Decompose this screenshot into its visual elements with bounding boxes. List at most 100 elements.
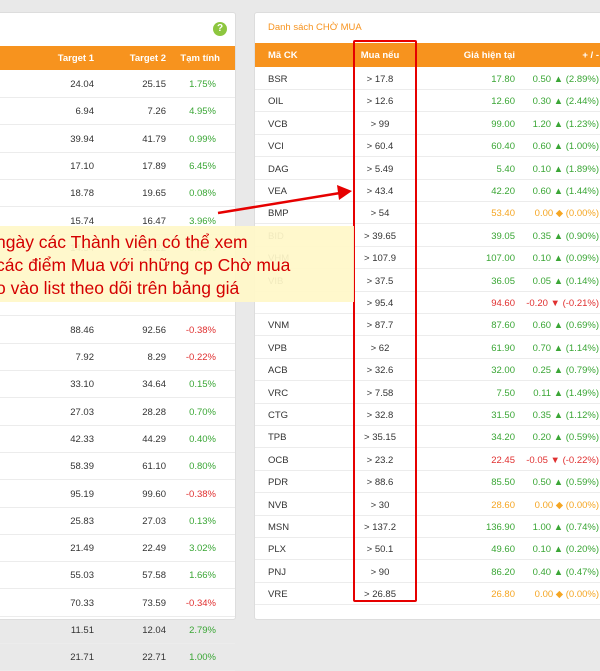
- change-cell: 0.30 ▲ (2.44%): [532, 96, 599, 108]
- target-2-cell: 73.59: [142, 597, 166, 609]
- table-row[interactable]: VCI > 60.4 60.40 0.60 ▲ (1.00%): [255, 134, 600, 158]
- header-tam-tinh: Tạm tính: [180, 53, 220, 64]
- stock-code-cell: DAG: [268, 163, 289, 175]
- buy-if-cell: > 60.4: [366, 141, 394, 153]
- table-row[interactable]: 42.33 44.29 0.40%: [0, 425, 235, 453]
- current-price-cell: 136.90: [485, 522, 515, 533]
- stock-code-cell: OCB: [268, 454, 289, 466]
- table-row[interactable]: 58.39 61.10 0.80%: [0, 452, 235, 481]
- help-icon[interactable]: ?: [213, 22, 227, 36]
- current-price-cell: 32.00: [491, 365, 515, 377]
- table-row[interactable]: CTG > 32.8 31.50 0.35 ▲ (1.12%): [255, 403, 600, 426]
- annotation-line: ngày các Thành viên có thể xem: [0, 232, 248, 252]
- stock-code-cell: OIL: [268, 96, 284, 108]
- table-row[interactable]: 21.49 22.49 3.02%: [0, 534, 235, 563]
- table-row[interactable]: 25.83 27.03 0.13%: [0, 507, 235, 535]
- change-cell: 0.60 ▲ (1.00%): [532, 141, 599, 153]
- table-row[interactable]: 33.10 34.64 0.15%: [0, 370, 235, 399]
- target-1-cell: 18.78: [70, 188, 94, 200]
- stock-code-cell: MSN: [268, 522, 290, 533]
- table-row[interactable]: NVB > 30 28.60 0.00 ◆ (0.00%): [255, 493, 600, 516]
- table-row[interactable]: 88.46 92.56 -0.38%: [0, 316, 235, 344]
- table-row[interactable]: 55.03 57.58 1.66%: [0, 561, 235, 590]
- table-row[interactable]: PLX > 50.1 49.60 0.10 ▲ (0.20%): [255, 537, 600, 561]
- stock-code-cell: VRC: [268, 387, 289, 399]
- table-row[interactable]: VEA > 43.4 42.20 0.60 ▲ (1.44%): [255, 179, 600, 202]
- buy-if-cell: > 88.6: [366, 477, 394, 489]
- table-row[interactable]: 21.71 22.71 1.00%: [0, 643, 235, 671]
- tam-tinh-cell: 1.75%: [189, 79, 216, 90]
- table-row[interactable]: DAG > 5.49 5.40 0.10 ▲ (1.89%): [255, 157, 600, 180]
- table-row[interactable]: VCB > 99 99.00 1.20 ▲ (1.23%): [255, 112, 600, 135]
- table-row[interactable]: 17.10 17.89 6.45%: [0, 152, 235, 180]
- change-cell: 0.00 ◆ (0.00%): [534, 499, 599, 511]
- current-price-cell: 85.50: [491, 477, 515, 489]
- change-cell: 0.10 ▲ (0.09%): [532, 253, 599, 265]
- target-2-cell: 7.26: [147, 106, 167, 118]
- header-buy-if: Mua nếu: [360, 50, 400, 61]
- change-cell: 0.35 ▲ (0.90%): [532, 230, 599, 242]
- table-row[interactable]: 24.04 25.15 1.75%: [0, 70, 235, 98]
- target-1-cell: 7.92: [75, 352, 95, 363]
- tam-tinh-cell: 6.45%: [189, 160, 216, 172]
- stock-code-cell: ACB: [268, 365, 288, 377]
- table-row[interactable]: BSR > 17.8 17.80 0.50 ▲ (2.89%): [255, 67, 600, 90]
- buy-if-cell: > 30: [370, 499, 390, 511]
- buy-if-cell: > 99: [370, 118, 390, 130]
- table-row[interactable]: VRC > 7.58 7.50 0.11 ▲ (1.49%): [255, 381, 600, 404]
- table-row[interactable]: VNM > 87.7 87.60 0.60 ▲ (0.69%): [255, 313, 600, 337]
- tam-tinh-cell: 0.08%: [189, 188, 216, 200]
- stock-code-cell: BSR: [268, 74, 288, 85]
- table-row[interactable]: 18.78 19.65 0.08%: [0, 179, 235, 208]
- buy-if-cell: > 23.2: [366, 454, 394, 466]
- table-row[interactable]: PNJ > 90 86.20 0.40 ▲ (0.47%): [255, 560, 600, 583]
- target-2-cell: 44.29: [142, 433, 166, 445]
- table-row[interactable]: VRE > 26.85 26.80 0.00 ◆ (0.00%): [255, 582, 600, 606]
- tam-tinh-cell: 2.79%: [189, 625, 216, 636]
- current-price-cell: 34.20: [491, 432, 515, 444]
- table-row[interactable]: 39.94 41.79 0.99%: [0, 125, 235, 153]
- target-1-cell: 88.46: [70, 324, 94, 336]
- header-target-1: Target 1: [57, 53, 94, 64]
- table-row[interactable]: PDR > 88.6 85.50 0.50 ▲ (0.59%): [255, 470, 600, 494]
- current-price-cell: 22.45: [491, 454, 515, 466]
- table-row[interactable]: MSN > 137.2 136.90 1.00 ▲ (0.74%): [255, 515, 600, 538]
- signals-table-header: Target 1 Target 2 Tạm tính: [0, 46, 235, 70]
- tam-tinh-cell: 0.99%: [189, 133, 216, 145]
- table-row[interactable]: 27.03 28.28 0.70%: [0, 398, 235, 426]
- table-row[interactable]: VPB > 62 61.90 0.70 ▲ (1.14%): [255, 336, 600, 359]
- target-1-cell: 55.03: [70, 570, 94, 582]
- target-2-cell: 41.79: [142, 133, 166, 145]
- table-row[interactable]: TPB > 35.15 34.20 0.20 ▲ (0.59%): [255, 425, 600, 449]
- table-row[interactable]: ACB > 32.6 32.00 0.25 ▲ (0.79%): [255, 358, 600, 382]
- current-price-cell: 5.40: [496, 163, 516, 175]
- tam-tinh-cell: 1.00%: [189, 652, 216, 664]
- target-1-cell: 25.83: [70, 515, 94, 527]
- target-2-cell: 8.29: [147, 352, 167, 363]
- target-2-cell: 27.03: [142, 515, 166, 527]
- change-cell: 0.40 ▲ (0.47%): [532, 566, 599, 578]
- stock-code-cell: VEA: [268, 186, 288, 197]
- target-1-cell: 17.10: [70, 160, 94, 172]
- change-cell: 1.00 ▲ (0.74%): [532, 522, 599, 533]
- stock-code-cell: PLX: [268, 544, 286, 556]
- table-row[interactable]: 6.94 7.26 4.95%: [0, 97, 235, 126]
- table-row[interactable]: 7.92 8.29 -0.22%: [0, 343, 235, 371]
- target-1-cell: 27.03: [70, 406, 94, 418]
- target-1-cell: 42.33: [70, 433, 94, 445]
- table-row[interactable]: 70.33 73.59 -0.34%: [0, 589, 235, 617]
- current-price-cell: 7.50: [496, 387, 516, 399]
- table-row[interactable]: BMP > 54 53.40 0.00 ◆ (0.00%): [255, 201, 600, 225]
- table-row[interactable]: 95.19 99.60 -0.38%: [0, 480, 235, 508]
- table-row[interactable]: OIL > 12.6 12.60 0.30 ▲ (2.44%): [255, 89, 600, 113]
- stock-code-cell: VPB: [268, 342, 288, 354]
- current-price-cell: 12.60: [491, 96, 515, 108]
- buy-if-cell: > 35.15: [364, 432, 396, 444]
- table-row[interactable]: OCB > 23.2 22.45 -0.05 ▼ (-0.22%): [255, 448, 600, 471]
- change-cell: 0.50 ▲ (2.89%): [532, 74, 599, 85]
- target-2-cell: 19.65: [142, 188, 166, 200]
- change-cell: 0.00 ◆ (0.00%): [534, 589, 599, 601]
- target-2-cell: 28.28: [142, 406, 166, 418]
- table-row[interactable]: 11.51 12.04 2.79%: [0, 616, 235, 644]
- change-cell: 0.25 ▲ (0.79%): [532, 365, 599, 377]
